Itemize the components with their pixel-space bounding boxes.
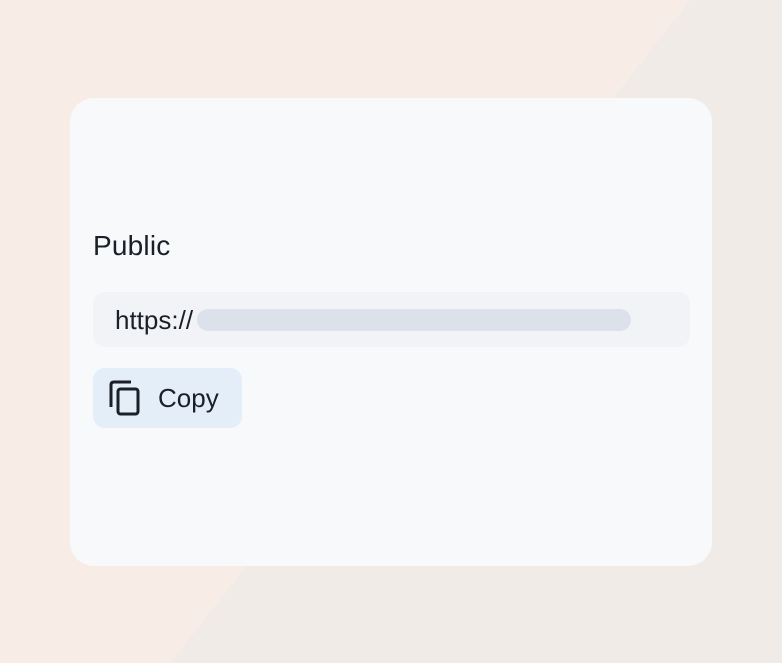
url-prefix: https:// — [115, 304, 194, 335]
url-redacted-text — [197, 308, 632, 331]
public-url-field[interactable]: https:// — [93, 292, 690, 347]
copy-label: Copy — [158, 383, 219, 413]
copy-button[interactable]: Copy — [93, 368, 242, 428]
share-card: Public https:// Copy — [70, 98, 712, 566]
section-title: Public — [93, 230, 171, 261]
copy-icon — [109, 380, 140, 416]
